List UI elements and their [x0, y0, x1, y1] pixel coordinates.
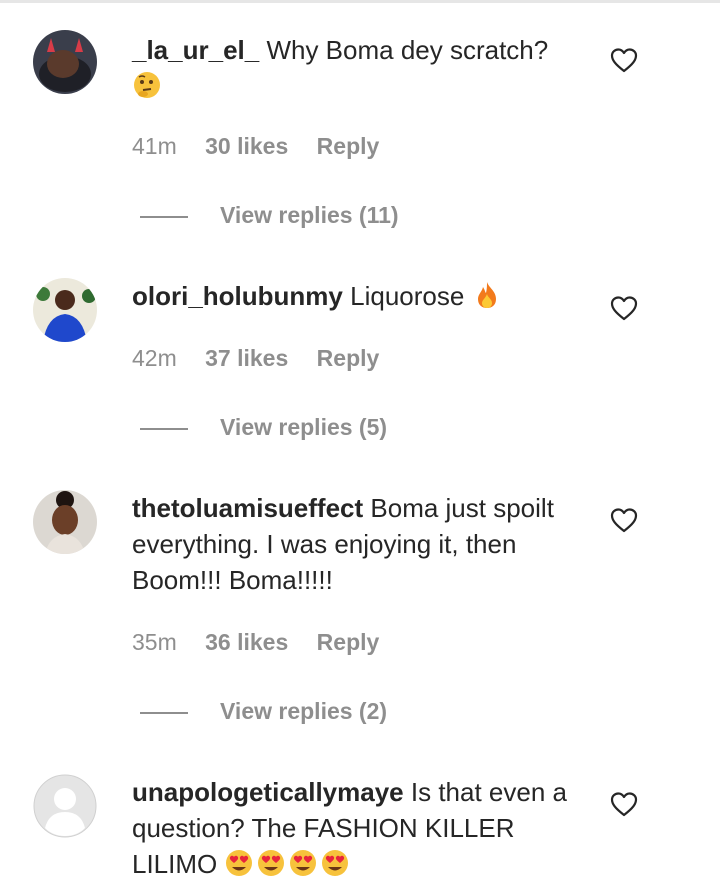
comment-body: thetoluamisueffect Boma just spoilt ever… [132, 490, 582, 598]
comment-likes[interactable]: 30 likes [205, 133, 288, 159]
comment-body: olori_holubunmy Liquorose [132, 278, 582, 314]
like-heart-icon[interactable] [610, 791, 638, 817]
top-divider [0, 0, 720, 3]
comment-text: Liquorose [350, 281, 465, 311]
comment-text: Why Boma dey scratch? [266, 35, 549, 65]
comment-username[interactable]: thetoluamisueffect [132, 493, 363, 523]
like-heart-icon[interactable] [610, 295, 638, 321]
comment-username[interactable]: unapologeticallymaye [132, 777, 404, 807]
comment-username[interactable]: olori_holubunmy [132, 281, 343, 311]
comment-time: 42m [132, 345, 177, 371]
comment-time: 41m [132, 133, 177, 159]
comment-username[interactable]: _la_ur_el_ [132, 35, 259, 65]
view-replies[interactable]: View replies (2) [140, 696, 387, 726]
heart-eyes-icon [320, 848, 350, 878]
heart-eyes-icon [224, 848, 254, 878]
comment-body: unapologeticallymaye Is that even a ques… [132, 774, 582, 882]
view-replies[interactable]: View replies (5) [140, 412, 387, 442]
comment-body: _la_ur_el_ Why Boma dey scratch? [132, 32, 582, 104]
reply-button[interactable]: Reply [317, 345, 380, 371]
comment-meta: 35m 36 likes Reply [132, 627, 401, 657]
comment-meta: 42m 37 likes Reply [132, 343, 401, 373]
replies-divider [140, 215, 188, 218]
view-replies-label[interactable]: View replies (2) [220, 698, 387, 724]
view-replies-label[interactable]: View replies (5) [220, 414, 387, 440]
avatar[interactable] [33, 30, 97, 94]
reply-button[interactable]: Reply [317, 133, 380, 159]
avatar[interactable] [33, 278, 97, 342]
heart-eyes-icon [256, 848, 286, 878]
comment-likes[interactable]: 36 likes [205, 629, 288, 655]
like-heart-icon[interactable] [610, 47, 638, 73]
replies-divider [140, 711, 188, 714]
comment-time: 35m [132, 629, 177, 655]
reply-button[interactable]: Reply [317, 629, 380, 655]
fire-icon [472, 280, 502, 310]
comment-likes[interactable]: 37 likes [205, 345, 288, 371]
view-replies-label[interactable]: View replies (11) [220, 202, 399, 228]
heart-eyes-icon [288, 848, 318, 878]
like-heart-icon[interactable] [610, 507, 638, 533]
replies-divider [140, 427, 188, 430]
comment-meta: 41m 30 likes Reply [132, 131, 401, 161]
avatar[interactable] [33, 774, 97, 838]
view-replies[interactable]: View replies (11) [140, 200, 399, 230]
thinking-face-icon [132, 70, 162, 100]
avatar[interactable] [33, 490, 97, 554]
